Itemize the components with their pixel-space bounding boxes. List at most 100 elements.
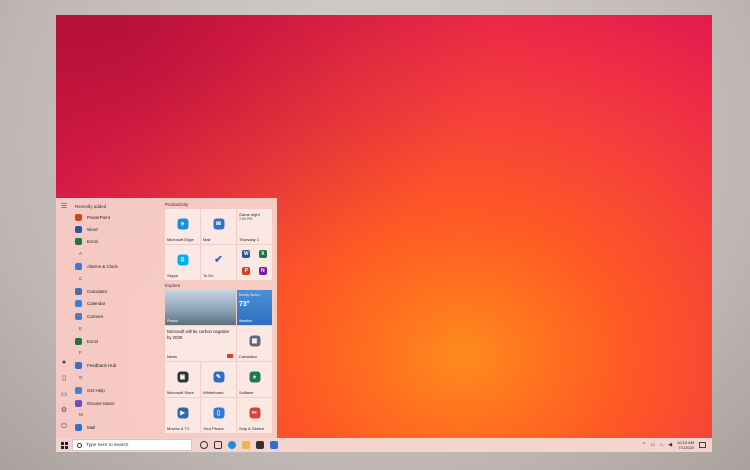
- app-icon: [75, 399, 82, 407]
- mail-icon: ✉: [213, 218, 224, 230]
- pictures-icon[interactable]: ▭: [59, 390, 69, 400]
- app-icon: [75, 213, 82, 221]
- app-icon: [75, 226, 82, 234]
- app-icon: [75, 387, 82, 395]
- tile-photos[interactable]: Photos: [165, 290, 236, 325]
- app-list-item[interactable]: Get Help: [75, 384, 161, 396]
- word-icon: W: [242, 250, 251, 259]
- group-productivity: Productivity: [165, 202, 189, 207]
- app-label: Calculator: [87, 289, 108, 295]
- start-button[interactable]: [56, 438, 72, 452]
- volume-icon[interactable]: ◀: [668, 442, 672, 448]
- app-label: Excel: [87, 338, 99, 344]
- scissors-icon: ✂: [249, 407, 260, 419]
- desktop[interactable]: ☰ ● ▯ ▭ ⚙ ⏻ Recently added PowerPoint Wor…: [56, 15, 712, 452]
- phone-icon: ▯: [213, 407, 224, 419]
- edge-taskbar-icon[interactable]: [228, 441, 236, 449]
- section-letter[interactable]: C: [75, 273, 161, 285]
- tile-solitaire[interactable]: ♠ Solitaire: [237, 362, 272, 397]
- start-menu: ☰ ● ▯ ▭ ⚙ ⏻ Recently added PowerPoint Wor…: [56, 198, 277, 438]
- app-label: Alarms & Clock: [87, 264, 118, 270]
- onenote-icon: N: [258, 266, 267, 275]
- app-label: Groove Music: [87, 400, 115, 406]
- tile-movies-tv[interactable]: ▶ Movies & TV: [165, 398, 200, 433]
- app-list-item[interactable]: Excel: [75, 236, 161, 248]
- network-icon[interactable]: ⌂: [660, 442, 663, 448]
- film-icon: ▶: [177, 407, 188, 419]
- app-list-item[interactable]: Feedback Hub: [75, 360, 161, 372]
- tile-news[interactable]: Microsoft will be carbon negative by 203…: [165, 326, 236, 361]
- app-list-item[interactable]: Groove Music: [75, 397, 161, 409]
- taskbar: ^ ▭ ⌂ ◀ 10:15 AM 7/1/2020: [56, 438, 712, 452]
- tile-microsoft-store[interactable]: ▣ Microsoft Store: [165, 362, 200, 397]
- app-icon: [75, 362, 82, 370]
- tile-whiteboard[interactable]: ✎ Whiteboard: [201, 362, 236, 397]
- app-icon: [75, 263, 82, 271]
- app-icon: [75, 288, 82, 296]
- calculator-icon: ▦: [249, 335, 260, 347]
- cards-icon: ♠: [249, 371, 260, 383]
- notification-icon[interactable]: [699, 442, 706, 448]
- section-letter[interactable]: G: [75, 372, 161, 384]
- file-explorer-icon[interactable]: [242, 441, 250, 449]
- app-label: Excel: [87, 239, 99, 245]
- windows-logo-icon: [60, 441, 68, 449]
- app-list-item[interactable]: Calculator: [75, 285, 161, 297]
- app-label: Calendar: [87, 301, 106, 307]
- app-label: PowerPoint: [87, 214, 111, 220]
- app-list-item[interactable]: Mail: [75, 422, 161, 434]
- app-list-item[interactable]: PowerPoint: [75, 211, 161, 223]
- app-icon: [75, 312, 82, 320]
- tile-calculator[interactable]: ▦ Calculator: [237, 326, 272, 361]
- search-input[interactable]: [86, 442, 186, 448]
- cortana-icon[interactable]: [200, 441, 208, 449]
- app-list-item[interactable]: Excel: [75, 335, 161, 347]
- section-letter[interactable]: A: [75, 248, 161, 260]
- taskbar-search[interactable]: [72, 439, 192, 451]
- battery-icon[interactable]: ▭: [650, 442, 655, 448]
- task-view-icon[interactable]: [214, 441, 222, 449]
- tile-to-do[interactable]: ✔ To Do: [201, 245, 236, 280]
- tile-office-apps[interactable]: W X P N: [237, 245, 272, 280]
- tile-your-phone[interactable]: ▯ Your Phone: [201, 398, 236, 433]
- power-icon[interactable]: ⏻: [59, 422, 69, 432]
- store-taskbar-icon[interactable]: [256, 441, 264, 449]
- hamburger-icon[interactable]: ☰: [59, 202, 69, 212]
- section-letter[interactable]: F: [75, 347, 161, 359]
- system-tray: ^ ▭ ⌂ ◀ 10:15 AM 7/1/2020: [643, 440, 712, 450]
- tiles-area: Productivity e Microsoft Edge ✉ Mail Gam…: [165, 201, 273, 434]
- recently-added-heading: Recently added: [75, 204, 107, 209]
- app-icon: [75, 337, 82, 345]
- tile-weather[interactable]: Mostly Sunny 73° Weather: [237, 290, 272, 325]
- store-bag-icon: ▣: [177, 371, 188, 383]
- app-label: Mail: [87, 425, 96, 431]
- start-rail: ☰ ● ▯ ▭ ⚙ ⏻: [56, 198, 72, 438]
- user-avatar-icon[interactable]: ●: [59, 358, 69, 368]
- app-label: Camera: [87, 313, 104, 319]
- app-list-item[interactable]: Camera: [75, 310, 161, 322]
- app-list-item[interactable]: Word: [75, 223, 161, 235]
- chevron-up-icon[interactable]: ^: [643, 442, 645, 448]
- app-list: Recently added PowerPoint Word Excel A Alarm…: [75, 202, 161, 434]
- app-list-item[interactable]: Calendar: [75, 298, 161, 310]
- tile-mail[interactable]: ✉ Mail: [201, 209, 236, 244]
- app-icon: [75, 424, 82, 432]
- excel-icon: X: [258, 250, 267, 259]
- app-list-item[interactable]: Alarms & Clock: [75, 261, 161, 273]
- powerpoint-icon: P: [242, 266, 251, 275]
- settings-gear-icon[interactable]: ⚙: [59, 406, 69, 416]
- mail-taskbar-icon[interactable]: [270, 441, 278, 449]
- tile-microsoft-edge[interactable]: e Microsoft Edge: [165, 209, 200, 244]
- section-letter[interactable]: M: [75, 409, 161, 421]
- section-letter[interactable]: E: [75, 323, 161, 335]
- app-label: Feedback Hub: [87, 363, 117, 369]
- documents-icon[interactable]: ▯: [59, 374, 69, 384]
- tile-calendar-event[interactable]: Game night 7:00 PM Thursday 1: [237, 209, 272, 244]
- edge-icon: e: [177, 218, 188, 230]
- app-icon: [75, 238, 82, 246]
- whiteboard-icon: ✎: [213, 371, 224, 383]
- tile-snip-sketch[interactable]: ✂ Snip & Sketch: [237, 398, 272, 433]
- search-icon: [77, 442, 82, 448]
- tile-skype[interactable]: S Skype: [165, 245, 200, 280]
- clock[interactable]: 10:15 AM 7/1/2020: [677, 440, 694, 450]
